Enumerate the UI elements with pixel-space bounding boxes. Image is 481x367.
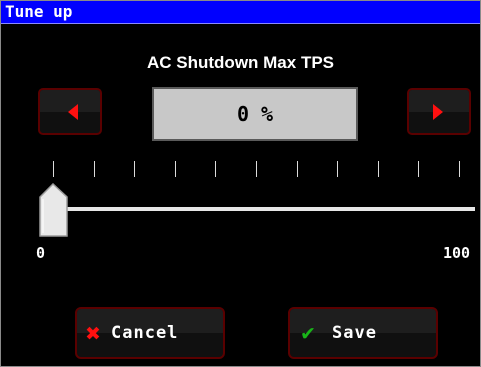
- slider-tick: [53, 161, 54, 177]
- title-bar: Tune up: [1, 1, 480, 24]
- checkmark-icon: ✔: [300, 323, 316, 345]
- increment-button[interactable]: [407, 88, 471, 135]
- slider-tick: [93, 161, 95, 177]
- slider-tick: [256, 161, 257, 177]
- decrement-button[interactable]: [38, 88, 102, 135]
- tune-up-dialog: Tune up AC Shutdown Max TPS 0 % 0 100 ✖ …: [0, 0, 481, 367]
- slider-tick: [337, 161, 339, 177]
- right-arrow-icon: [433, 104, 443, 120]
- slider-tick: [174, 161, 176, 177]
- cancel-label: Cancel: [111, 323, 179, 343]
- parameter-name: AC Shutdown Max TPS: [147, 53, 334, 72]
- window-title: Tune up: [5, 2, 73, 21]
- slider-thumb[interactable]: [39, 183, 69, 237]
- slider-tick: [215, 161, 217, 177]
- slider-max-label: 100: [443, 244, 471, 262]
- slider-tick: [377, 161, 379, 177]
- slider-min-label: 0: [36, 244, 46, 262]
- slider-track[interactable]: [53, 207, 475, 211]
- slider-tick: [459, 161, 460, 177]
- save-label: Save: [332, 323, 377, 343]
- cancel-button[interactable]: ✖ Cancel: [75, 307, 225, 359]
- slider-tick: [296, 161, 298, 177]
- left-arrow-icon: [68, 104, 78, 120]
- value-display: 0 %: [152, 87, 358, 141]
- x-icon: ✖: [85, 323, 101, 345]
- slider-ticks: [1, 161, 480, 179]
- save-button[interactable]: ✔ Save: [288, 307, 438, 359]
- slider-tick: [418, 161, 420, 177]
- slider-tick: [134, 161, 136, 177]
